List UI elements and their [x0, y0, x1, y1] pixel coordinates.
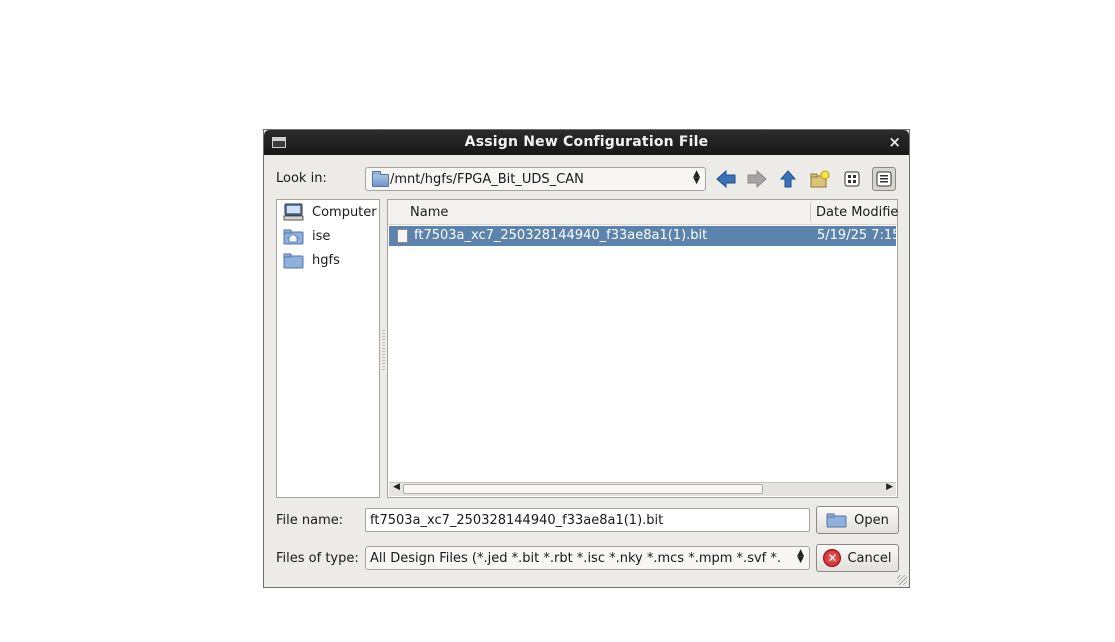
panel-splitter[interactable] — [382, 330, 385, 370]
computer-icon — [283, 203, 304, 221]
new-folder-icon — [810, 170, 830, 188]
place-hgfs[interactable]: hgfs — [283, 250, 340, 270]
forward-button[interactable] — [745, 167, 769, 191]
title-bar[interactable]: Assign New Configuration File × — [264, 130, 909, 155]
file-list-panel: Name Date Modifie ft7503a_xc7_2503281449… — [387, 199, 898, 498]
place-ise[interactable]: ise — [283, 226, 330, 246]
back-button[interactable] — [714, 167, 738, 191]
scroll-thumb[interactable] — [403, 484, 763, 494]
file-name-label: File name: — [276, 513, 344, 528]
cancel-icon: ✕ — [823, 549, 842, 567]
scroll-left-icon[interactable]: ◀ — [393, 482, 400, 492]
column-separator[interactable] — [810, 202, 811, 222]
folder-icon — [283, 253, 304, 269]
dialog-title: Assign New Configuration File — [464, 134, 709, 150]
place-label: Computer — [312, 204, 377, 220]
look-in-path: /mnt/hgfs/FPGA_Bit_UDS_CAN — [390, 172, 584, 187]
up-folder-icon — [780, 170, 796, 188]
open-folder-icon — [826, 513, 847, 528]
place-label: hgfs — [312, 252, 340, 268]
column-header-name[interactable]: Name — [410, 205, 448, 220]
file-date-cell: 5/19/25 7:15 — [817, 228, 897, 243]
combo-arrows-icon: ▲ ▼ — [797, 548, 804, 565]
look-in-label: Look in: — [276, 171, 327, 186]
file-type-value: All Design Files (*.jed *.bit *.rbt *.is… — [370, 551, 781, 566]
file-name-cell: ft7503a_xc7_250328144940_f33ae8a1(1).bit — [414, 228, 708, 243]
open-button-label: Open — [854, 512, 889, 528]
file-name-input[interactable]: ft7503a_xc7_250328144940_f33ae8a1(1).bit — [365, 508, 810, 532]
place-computer[interactable]: Computer — [283, 202, 377, 222]
resize-grip-icon[interactable] — [897, 575, 907, 585]
file-type-combo[interactable]: All Design Files (*.jed *.bit *.rbt *.is… — [365, 546, 810, 570]
place-label: ise — [312, 228, 331, 244]
file-row[interactable]: ft7503a_xc7_250328144940_f33ae8a1(1).bit… — [389, 226, 897, 246]
places-panel: Computer ise hgfs — [276, 199, 380, 498]
open-button[interactable]: Open — [816, 506, 899, 534]
horizontal-scrollbar[interactable]: ◀ ▶ — [389, 482, 896, 496]
forward-arrow-icon — [747, 170, 767, 188]
back-arrow-icon — [716, 170, 736, 188]
list-view-icon — [844, 171, 860, 187]
home-folder-icon — [283, 229, 304, 245]
file-icon — [397, 229, 408, 243]
list-view-button[interactable] — [840, 167, 864, 191]
look-in-combo[interactable]: /mnt/hgfs/FPGA_Bit_UDS_CAN ▲ ▼ — [365, 167, 706, 191]
file-dialog: Assign New Configuration File × Look in:… — [263, 129, 910, 588]
combo-arrows-icon: ▲ ▼ — [693, 169, 700, 186]
details-view-button[interactable] — [872, 167, 896, 191]
file-type-label: Files of type: — [276, 551, 359, 566]
file-list-header: Name Date Modifie — [388, 200, 898, 225]
details-view-icon — [876, 171, 892, 187]
up-folder-button[interactable] — [776, 167, 800, 191]
cancel-button[interactable]: ✕ Cancel — [816, 544, 899, 572]
column-header-date[interactable]: Date Modifie — [816, 205, 898, 220]
cancel-button-label: Cancel — [847, 550, 892, 566]
close-icon[interactable]: × — [888, 133, 901, 151]
file-name-value: ft7503a_xc7_250328144940_f33ae8a1(1).bit — [370, 513, 664, 528]
scroll-right-icon[interactable]: ▶ — [886, 482, 893, 492]
new-folder-button[interactable] — [808, 167, 832, 191]
folder-icon — [372, 171, 389, 187]
